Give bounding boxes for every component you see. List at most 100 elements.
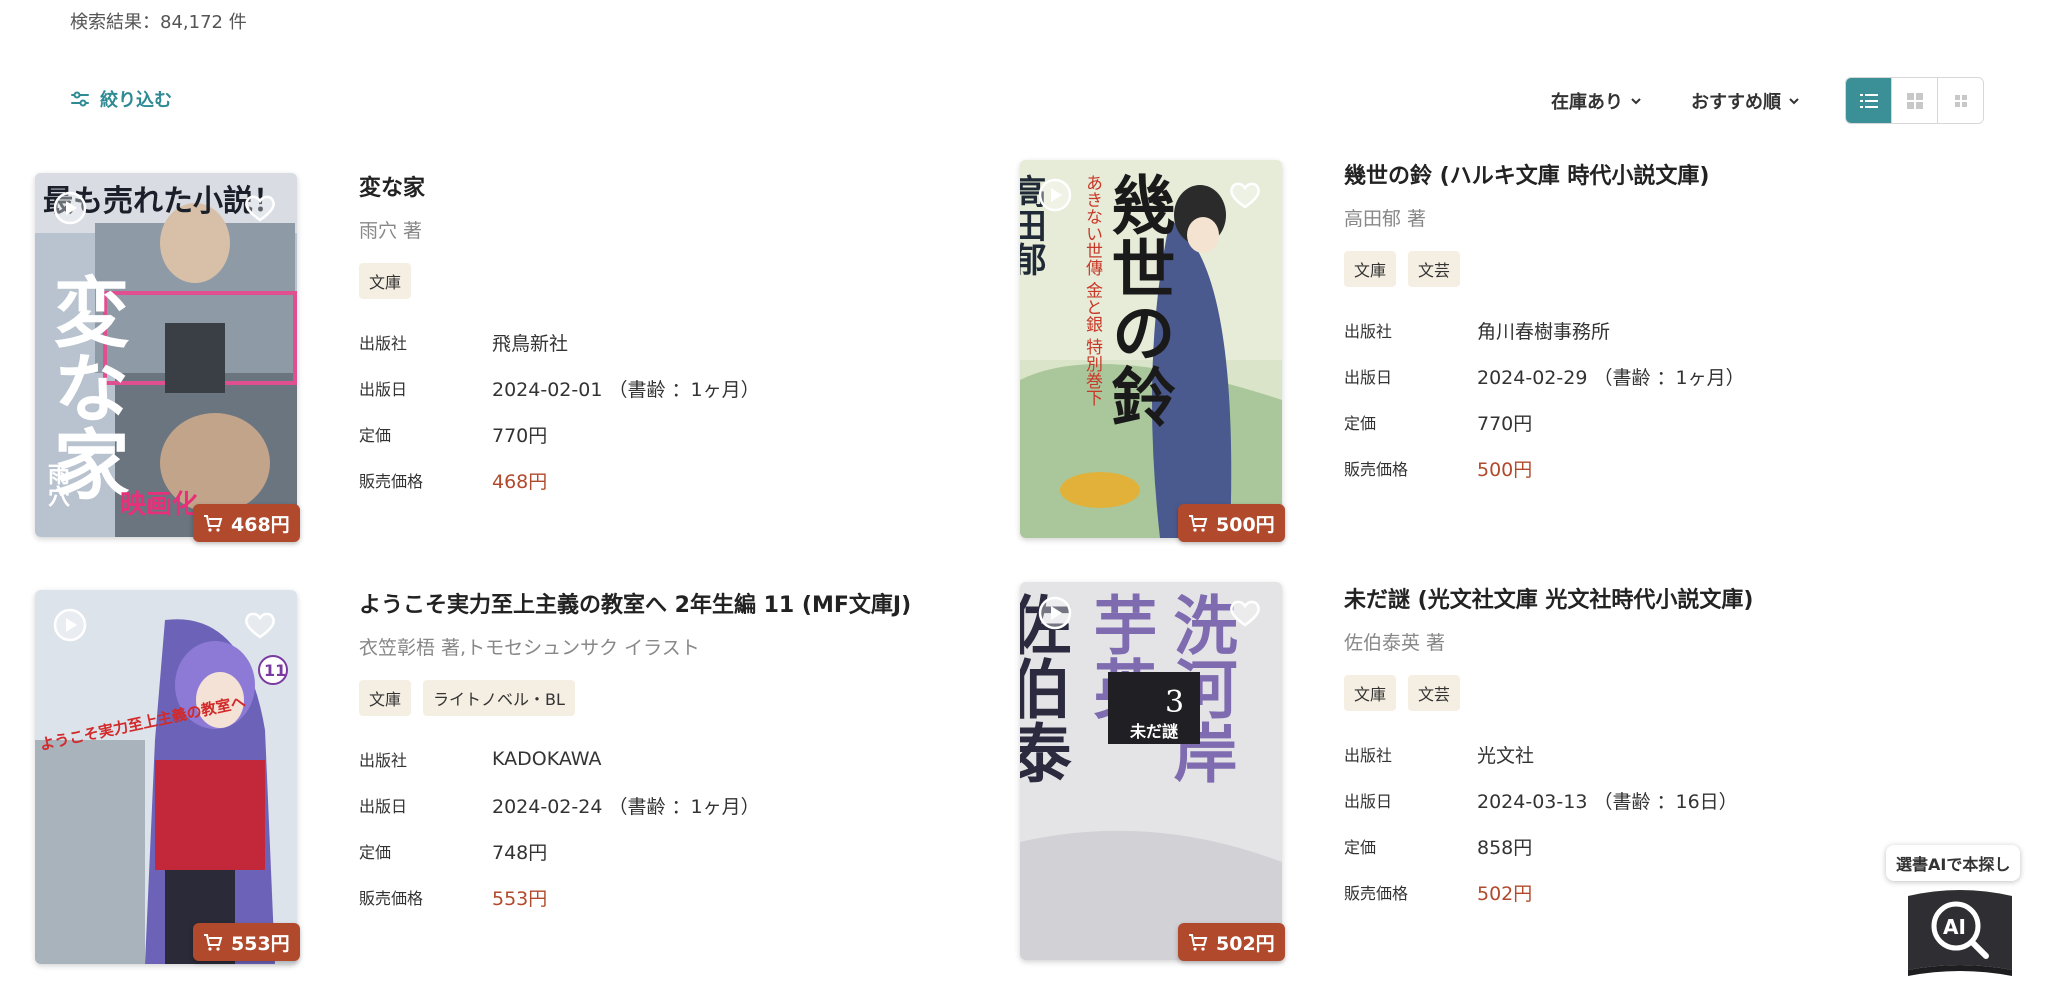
book-author: 雨穴 著 <box>359 220 423 242</box>
book-cover[interactable]: ようこそ実力至上主義の教室へ 11 <box>35 590 297 964</box>
book-info: 変な家 雨穴 著 文庫 出版社 飛鳥新社 出版日 2024-02-01 （書齢 ：1… <box>359 170 760 503</box>
cart-icon <box>204 515 223 532</box>
meta-key: 販売価格 <box>359 472 424 491</box>
book-title[interactable]: ようこそ実力至上主義の教室へ 2年生編 11 (MF文庫J) <box>359 587 911 619</box>
book-cover[interactable]: 洗河岸 芋英 佐伯泰 3 未だ謎 <box>1020 582 1282 960</box>
meta-key: 定価 <box>359 843 392 862</box>
meta-key: 販売価格 <box>1344 884 1409 903</box>
meta-row: 出版日 2024-03-13 （書齢 ：16日） <box>1344 777 1753 823</box>
list-price: 858円 <box>1477 836 1533 859</box>
meta-row: 販売価格 553円 <box>359 874 911 920</box>
tag[interactable]: 文庫 <box>359 263 412 299</box>
meta-row: 出版日 2024-02-01 （書齢 ：1ヶ月） <box>359 365 760 411</box>
cart-price: 502円 <box>1216 932 1275 955</box>
play-icon[interactable] <box>1038 178 1072 212</box>
tag[interactable]: 文芸 <box>1408 675 1461 711</box>
tag[interactable]: 文庫 <box>1344 251 1397 287</box>
book-info: 幾世の鈴 (ハルキ文庫 時代小説文庫) 高田郁 著 文庫 文芸 出版社 角川春樹事… <box>1344 158 1745 491</box>
heart-icon[interactable] <box>243 608 277 642</box>
meta-row: 出版社 KADOKAWA <box>359 736 911 782</box>
heart-icon[interactable] <box>1228 178 1262 212</box>
sale-price: 500円 <box>1477 458 1533 481</box>
heart-icon[interactable] <box>1228 596 1262 630</box>
heart-icon[interactable] <box>243 191 277 225</box>
cart-price-button[interactable]: 553円 <box>193 923 300 961</box>
cover-title-text: 幾世の鈴 <box>1101 172 1176 428</box>
play-icon[interactable] <box>53 608 87 642</box>
publish-date: 2024-02-01 （書齢 ：1ヶ月） <box>492 378 760 401</box>
cart-price-button[interactable]: 502円 <box>1178 923 1285 961</box>
list-view-button[interactable] <box>1846 78 1891 123</box>
book-author: 佐伯泰英 著 <box>1344 632 1446 654</box>
meta-key: 定価 <box>1344 414 1377 433</box>
sort-dropdown[interactable]: おすすめ順 <box>1691 88 1801 114</box>
tag-list: 文庫 文芸 <box>1344 251 1745 287</box>
tag[interactable]: 文庫 <box>1344 675 1397 711</box>
meta-key: 販売価格 <box>359 889 424 908</box>
cart-price: 553円 <box>231 932 290 955</box>
publish-date: 2024-02-29 （書齢 ：1ヶ月） <box>1477 366 1745 389</box>
book-cover[interactable]: 最も売れた小説！ 変な家 雨穴 映画化 <box>35 173 297 537</box>
tag[interactable]: ライトノベル・BL <box>423 680 575 716</box>
publish-date: 2024-02-24 （書齢 ：1ヶ月） <box>492 795 760 818</box>
tag-list: 文庫 <box>359 263 760 299</box>
meta-key: 販売価格 <box>1344 460 1409 479</box>
book-title[interactable]: 未だ謎 (光文社文庫 光文社時代小説文庫) <box>1344 582 1753 614</box>
tag[interactable]: 文芸 <box>1408 251 1461 287</box>
cart-price-button[interactable]: 468円 <box>193 504 300 542</box>
view-toggle <box>1845 77 1984 124</box>
tag-list: 文庫 文芸 <box>1344 675 1753 711</box>
list-price: 770円 <box>492 424 548 447</box>
list-price: 770円 <box>1477 412 1533 435</box>
cover-number-text: 3 <box>1165 685 1184 720</box>
tag[interactable]: 文庫 <box>359 680 412 716</box>
book-info: ようこそ実力至上主義の教室へ 2年生編 11 (MF文庫J) 衣笠彰梧 著,トモ… <box>359 587 911 920</box>
grid-icon <box>1906 92 1923 109</box>
meta-row: 販売価格 500円 <box>1344 445 1745 491</box>
ai-search-label[interactable]: 選書AIで本探し <box>1886 845 2021 881</box>
meta-row: 出版日 2024-02-29 （書齢 ：1ヶ月） <box>1344 353 1745 399</box>
book-info: 未だ謎 (光文社文庫 光文社時代小説文庫) 佐伯泰英 著 文庫 文芸 出版社 光文… <box>1344 582 1753 915</box>
cart-price: 500円 <box>1216 513 1275 536</box>
cart-price: 468円 <box>231 513 290 536</box>
compact-grid-view-button[interactable] <box>1937 78 1983 123</box>
meta-row: 出版日 2024-02-24 （書齢 ：1ヶ月） <box>359 782 911 828</box>
meta-row: 販売価格 468円 <box>359 457 760 503</box>
meta-key: 出版社 <box>1344 322 1393 341</box>
book-meta: 出版社 光文社 出版日 2024-03-13 （書齢 ：16日） 定価 858円 販売… <box>1344 731 1753 915</box>
filter-label: 絞り込む <box>100 90 172 111</box>
ai-search-button[interactable]: AI <box>1902 886 2018 980</box>
meta-key: 出版社 <box>1344 746 1393 765</box>
cover-sub-text: あきない世傳 金と銀 特別巻下 <box>1082 174 1103 406</box>
meta-key: 出版日 <box>359 797 408 816</box>
filter-icon <box>71 91 89 107</box>
cover-art: 最も売れた小説！ 変な家 雨穴 映画化 <box>35 173 297 537</box>
chevron-down-icon <box>1631 97 1641 104</box>
cover-title-text: 未だ謎 <box>1129 722 1178 741</box>
book-title[interactable]: 変な家 <box>359 170 760 202</box>
meta-row: 定価 770円 <box>359 411 760 457</box>
meta-row: 定価 770円 <box>1344 399 1745 445</box>
publish-date: 2024-03-13 （書齢 ：16日） <box>1477 790 1738 813</box>
meta-row: 定価 748円 <box>359 828 911 874</box>
grid-view-button[interactable] <box>1891 78 1937 123</box>
cover-author-text: 雨穴 <box>44 463 70 508</box>
cover-art: ようこそ実力至上主義の教室へ 11 <box>35 590 297 964</box>
play-icon[interactable] <box>1038 596 1072 630</box>
cover-art: 洗河岸 芋英 佐伯泰 3 未だ謎 <box>1020 582 1282 960</box>
filter-button[interactable]: 絞り込む <box>70 86 172 112</box>
stock-dropdown[interactable]: 在庫あり <box>1551 88 1643 114</box>
play-icon[interactable] <box>53 191 87 225</box>
sort-dropdown-label: おすすめ順 <box>1691 91 1781 113</box>
meta-row: 出版社 光文社 <box>1344 731 1753 777</box>
cart-price-button[interactable]: 500円 <box>1178 504 1285 542</box>
book-title[interactable]: 幾世の鈴 (ハルキ文庫 時代小説文庫) <box>1344 158 1745 190</box>
book-card: 最も売れた小説！ 変な家 雨穴 映画化 468円 変な家 雨穴 著 文庫 出版社… <box>35 160 965 550</box>
tag-list: 文庫 ライトノベル・BL <box>359 680 911 716</box>
stock-dropdown-label: 在庫あり <box>1551 91 1623 113</box>
sale-price: 553円 <box>492 887 548 910</box>
sale-price: 502円 <box>1477 882 1533 905</box>
book-cover[interactable]: 高田郁 あきない世傳 金と銀 特別巻下 幾世の鈴 <box>1020 160 1282 538</box>
cover-banner-text: 映画化 <box>120 490 198 520</box>
toolbar-right: 在庫あり おすすめ順 <box>1551 77 1984 124</box>
